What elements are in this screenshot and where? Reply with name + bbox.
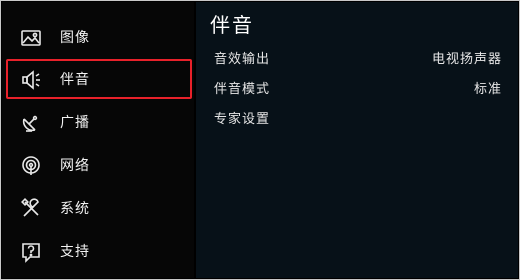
sidebar-item-label: 支持 bbox=[60, 244, 90, 260]
sidebar-item-label: 系统 bbox=[60, 201, 90, 217]
help-icon bbox=[20, 241, 42, 263]
sidebar-item-network[interactable]: 网络 bbox=[6, 145, 192, 185]
settings-sidebar: 图像 伴音 广播 网络 系统 支持 bbox=[2, 2, 194, 278]
sidebar-item-system[interactable]: 系统 bbox=[6, 188, 192, 228]
setting-row-expert-settings[interactable]: 专家设置 bbox=[196, 109, 518, 131]
sidebar-item-label: 广播 bbox=[60, 115, 90, 131]
page-title: 伴音 bbox=[210, 13, 254, 37]
sidebar-item-label: 伴音 bbox=[60, 72, 90, 88]
network-icon bbox=[20, 155, 42, 177]
tv-screen: 图像 伴音 广播 网络 系统 支持 伴音 音效输出 电视扬声器 伴音模式 标准 … bbox=[1, 1, 519, 279]
tools-icon bbox=[20, 198, 42, 220]
setting-label: 伴音模式 bbox=[214, 82, 271, 97]
setting-label: 专家设置 bbox=[214, 112, 271, 127]
sidebar-item-sound[interactable]: 伴音 bbox=[6, 59, 192, 99]
sidebar-item-label: 图像 bbox=[60, 30, 90, 46]
setting-value: 电视扬声器 bbox=[431, 52, 502, 67]
setting-label: 音效输出 bbox=[214, 52, 271, 67]
sidebar-item-broadcast[interactable]: 广播 bbox=[6, 102, 192, 142]
sidebar-item-picture[interactable]: 图像 bbox=[6, 17, 192, 57]
sidebar-item-label: 网络 bbox=[60, 158, 90, 174]
sound-settings-panel: 伴音 音效输出 电视扬声器 伴音模式 标准 专家设置 bbox=[196, 2, 518, 278]
setting-value: 标准 bbox=[473, 82, 502, 97]
setting-row-sound-output[interactable]: 音效输出 电视扬声器 bbox=[196, 49, 518, 71]
sidebar-item-support[interactable]: 支持 bbox=[6, 231, 192, 271]
satellite-dish-icon bbox=[20, 112, 42, 134]
setting-row-sound-mode[interactable]: 伴音模式 标准 bbox=[196, 79, 518, 101]
speaker-icon bbox=[20, 69, 42, 91]
picture-icon bbox=[20, 27, 42, 49]
